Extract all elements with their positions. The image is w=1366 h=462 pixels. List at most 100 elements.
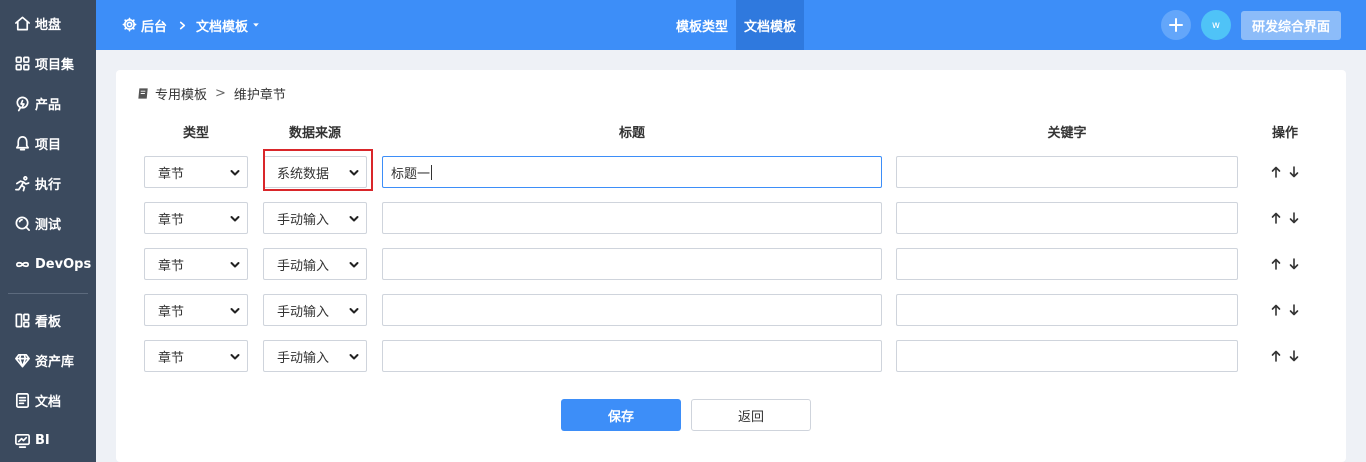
column-header-type: 类型	[182, 126, 209, 141]
sidebar-item-label: 项目集	[35, 57, 75, 73]
sidebar-item-label: DevOps	[35, 256, 92, 272]
arrow-down-icon[interactable]	[1287, 165, 1301, 179]
row-order-controls	[1269, 210, 1301, 226]
sidebar-item-project[interactable]: 项目	[0, 123, 96, 163]
chevron-down-icon	[348, 167, 360, 179]
source-select-value: 手动输入	[277, 258, 330, 274]
sidebar-item-label: BI	[35, 432, 50, 448]
sidebar-item-label: 执行	[35, 177, 62, 193]
gear-icon	[122, 17, 138, 33]
keyword-input[interactable]	[896, 202, 1238, 234]
type-select[interactable]: 章节	[144, 156, 248, 188]
back-button[interactable]: 返回	[691, 399, 811, 431]
type-select[interactable]: 章节	[144, 248, 248, 280]
keyword-input[interactable]	[896, 156, 1238, 188]
sidebar-item-program[interactable]: 项目集	[0, 43, 96, 83]
header-breadcrumb-current[interactable]: 文档模板	[196, 16, 248, 35]
arrow-up-icon[interactable]	[1269, 303, 1283, 317]
home-icon	[13, 14, 31, 32]
column-header-keyword: 关键字	[1047, 126, 1087, 141]
source-select-value: 手动输入	[277, 304, 330, 320]
source-select[interactable]: 手动输入	[263, 340, 367, 372]
chevron-down-icon	[229, 351, 241, 363]
save-button[interactable]: 保存	[561, 399, 681, 431]
book-icon	[137, 87, 150, 100]
arrow-down-icon[interactable]	[1287, 211, 1301, 225]
create-button[interactable]	[1161, 10, 1191, 40]
arrow-down-icon[interactable]	[1287, 349, 1301, 363]
infinity-icon	[13, 255, 31, 273]
chevron-right-icon	[178, 21, 187, 30]
title-input[interactable]	[382, 248, 882, 280]
run-icon	[13, 174, 31, 192]
sidebar-item-label: 测试	[35, 217, 62, 233]
monitor-icon	[13, 431, 31, 449]
page-breadcrumb-current: 维护章节	[233, 87, 286, 103]
sidebar-divider	[8, 293, 88, 294]
type-select-value: 章节	[158, 212, 185, 228]
sidebar-item-docs[interactable]: 文档	[0, 380, 96, 420]
source-select[interactable]: 系统数据	[263, 156, 367, 188]
header-breadcrumb: 后台 文档模板	[122, 0, 260, 50]
source-select-value: 手动输入	[277, 212, 330, 228]
column-header-title: 标题	[618, 126, 645, 141]
avatar[interactable]: w	[1201, 10, 1231, 40]
arrow-up-icon[interactable]	[1269, 211, 1283, 225]
source-select[interactable]: 手动输入	[263, 294, 367, 326]
keyword-input[interactable]	[896, 294, 1238, 326]
bulb-icon	[13, 94, 31, 112]
title-input-value: 标题一	[391, 166, 431, 182]
arrow-up-icon[interactable]	[1269, 165, 1283, 179]
arrow-down-icon[interactable]	[1287, 303, 1301, 317]
sidebar-item-assets[interactable]: 资产库	[0, 340, 96, 380]
title-input[interactable]	[382, 340, 882, 372]
page-breadcrumb-parent[interactable]: 专用模板	[155, 84, 207, 103]
arrow-down-icon[interactable]	[1287, 257, 1301, 271]
tab-template-type[interactable]: 模板类型	[668, 0, 736, 50]
text-caret	[431, 164, 433, 180]
column-header-action: 操作	[1271, 126, 1298, 141]
sidebar-item-kanban[interactable]: 看板	[0, 300, 96, 340]
sidebar-item-execution[interactable]: 执行	[0, 163, 96, 203]
sidebar-item-bi[interactable]: BI	[0, 420, 96, 460]
sidebar-item-label: 地盘	[35, 17, 62, 33]
sidebar-item-devops[interactable]: DevOps	[0, 244, 96, 284]
type-select[interactable]: 章节	[144, 294, 248, 326]
chevron-down-icon	[229, 305, 241, 317]
sidebar-item-product[interactable]: 产品	[0, 83, 96, 123]
sidebar-item-label: 看板	[35, 314, 62, 330]
search-circle-icon	[13, 214, 31, 232]
source-select[interactable]: 手动输入	[263, 248, 367, 280]
chevron-down-icon	[348, 259, 360, 271]
caret-down-icon[interactable]	[252, 21, 260, 29]
keyword-input[interactable]	[896, 340, 1238, 372]
chevron-down-icon	[348, 305, 360, 317]
source-select[interactable]: 手动输入	[263, 202, 367, 234]
sidebar-item-test[interactable]: 测试	[0, 203, 96, 243]
sidebar-item-dashboard[interactable]: 地盘	[0, 3, 96, 43]
document-icon	[13, 391, 31, 409]
chevron-down-icon	[229, 167, 241, 179]
type-select-value: 章节	[158, 166, 185, 182]
header-breadcrumb-root[interactable]: 后台	[141, 16, 167, 35]
row-order-controls	[1269, 256, 1301, 272]
type-select-value: 章节	[158, 350, 185, 366]
plus-icon	[1168, 17, 1184, 33]
breadcrumb-separator: >	[215, 85, 226, 101]
arrow-up-icon[interactable]	[1269, 257, 1283, 271]
kanban-icon	[13, 311, 31, 329]
bell-icon	[13, 134, 31, 152]
tab-doc-template[interactable]: 文档模板	[736, 0, 804, 50]
chevron-down-icon	[229, 213, 241, 225]
keyword-input[interactable]	[896, 248, 1238, 280]
type-select[interactable]: 章节	[144, 202, 248, 234]
title-input[interactable]	[382, 294, 882, 326]
source-select-value: 系统数据	[277, 166, 330, 182]
type-select[interactable]: 章节	[144, 340, 248, 372]
chevron-down-icon	[229, 259, 241, 271]
grid-icon	[13, 54, 31, 72]
title-input[interactable]: 标题一	[382, 156, 882, 188]
title-input[interactable]	[382, 202, 882, 234]
workspace-button[interactable]: 研发综合界面	[1241, 11, 1341, 40]
arrow-up-icon[interactable]	[1269, 349, 1283, 363]
